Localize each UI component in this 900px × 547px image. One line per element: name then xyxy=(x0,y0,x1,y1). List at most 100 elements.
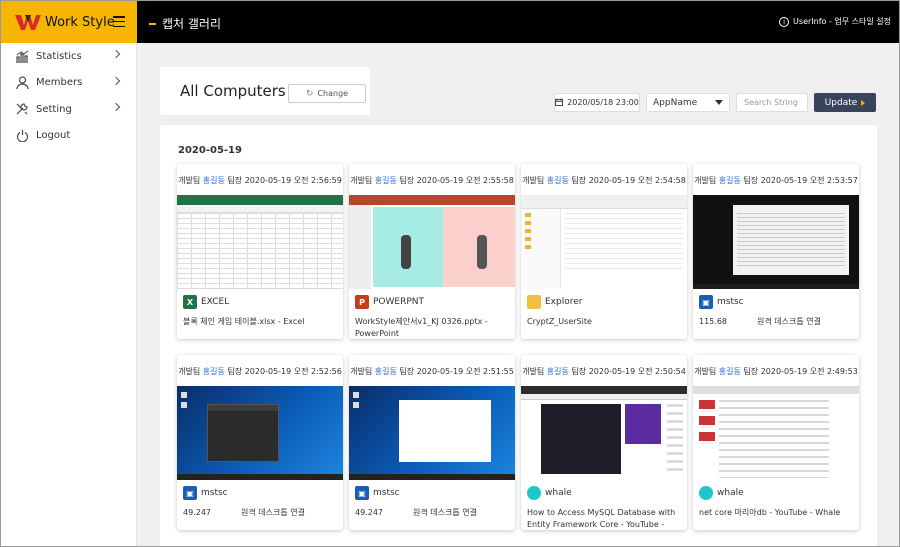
card-window-title: CryptZ_UserSite xyxy=(527,316,683,328)
card-app-name: mstsc xyxy=(717,297,744,307)
card-user-name: 홍길동 xyxy=(202,367,225,376)
update-button[interactable]: Update xyxy=(814,93,876,112)
sidebar-item-label: Setting xyxy=(36,103,72,115)
card-app-row: ▣ mstsc xyxy=(699,295,744,309)
screenshot-thumbnail[interactable] xyxy=(521,195,687,289)
card-app-row: whale xyxy=(699,486,744,500)
sidebar-item-statistics[interactable]: Statistics xyxy=(1,43,136,70)
sidebar-item-members[interactable]: Members xyxy=(1,70,136,97)
sidebar-item-setting[interactable]: Setting xyxy=(1,96,136,123)
card-user-name: 홍길동 xyxy=(202,176,225,185)
screenshot-thumbnail[interactable] xyxy=(693,195,859,289)
card-app-row: whale xyxy=(527,486,572,500)
card-role: 팀장 xyxy=(743,367,759,376)
search-input[interactable]: Search String xyxy=(736,93,808,112)
card-team: 개발팀 xyxy=(178,367,201,376)
card-role: 팀장 xyxy=(571,367,587,376)
capture-card[interactable]: 개발팀 홍길동 팀장 2020-05-19 오전 2:50:54 whale H… xyxy=(521,355,687,530)
sidebar-item-label: Statistics xyxy=(36,50,82,62)
page-title-text: 캡처 갤러리 xyxy=(162,17,222,31)
card-app-row: Explorer xyxy=(527,295,582,309)
capture-card[interactable]: 개발팀 홍길동 팀장 2020-05-19 오전 2:56:59 X EXCEL… xyxy=(177,164,343,339)
app-select-value: AppName xyxy=(653,97,698,108)
remote-desktop-icon: ▣ xyxy=(699,295,713,309)
card-user-name: 홍길동 xyxy=(546,367,569,376)
top-bar: Work Style 캡처 갤러리 i UserInfo - 업무 스타일 설정 xyxy=(1,1,899,43)
card-app-name: mstsc xyxy=(201,488,228,498)
capture-card[interactable]: 개발팀 홍길동 팀장 2020-05-19 오전 2:52:56 ▣ mstsc… xyxy=(177,355,343,530)
card-header: 개발팀 홍길동 팀장 2020-05-19 오전 2:53:57 xyxy=(693,175,859,186)
card-subtitle: WorkStyle제안서v1_KJ 0326.pptx - PowerPoint xyxy=(355,317,488,338)
card-window-title: 49.247 원격 데스크톱 연결 xyxy=(355,507,511,519)
gallery-date-heading: 2020-05-19 xyxy=(178,145,242,156)
card-window-title: WorkStyle제안서v1_KJ 0326.pptx - PowerPoint xyxy=(355,316,511,339)
card-app-name: EXCEL xyxy=(201,297,230,307)
card-subtitle: How to Access MySQL Database with Entity… xyxy=(527,508,676,529)
hamburger-menu-icon[interactable] xyxy=(113,16,125,27)
capture-card[interactable]: 개발팀 홍길동 팀장 2020-05-19 오전 2:51:55 ▣ mstsc… xyxy=(349,355,515,530)
card-user-name: 홍길동 xyxy=(718,367,741,376)
capture-card[interactable]: 개발팀 홍길동 팀장 2020-05-19 오전 2:49:53 whale n… xyxy=(693,355,859,530)
app-name-select[interactable]: AppName xyxy=(646,93,730,112)
card-subtitle-app: 원격 데스크톱 연결 xyxy=(413,508,477,517)
change-button[interactable]: ↻ Change xyxy=(288,84,366,103)
card-role: 팀장 xyxy=(227,367,243,376)
screenshot-thumbnail[interactable] xyxy=(177,386,343,480)
screenshot-thumbnail[interactable] xyxy=(693,386,859,480)
card-header: 개발팀 홍길동 팀장 2020-05-19 오전 2:49:53 xyxy=(693,366,859,377)
date-picker[interactable]: 2020/05/18 23:00 xyxy=(554,93,640,112)
card-app-name: mstsc xyxy=(373,488,400,498)
remote-desktop-icon: ▣ xyxy=(183,486,197,500)
sidebar-item-label: Members xyxy=(36,77,83,89)
page-title: 캡처 갤러리 xyxy=(149,15,221,32)
card-app-row: P POWERPNT xyxy=(355,295,424,309)
whale-icon xyxy=(527,486,541,500)
card-user-name: 홍길동 xyxy=(374,367,397,376)
whale-icon xyxy=(699,486,713,500)
card-subtitle: 블록 체인 게임 테이블.xlsx - Excel xyxy=(183,317,305,326)
card-subtitle-app: 원격 데스크톱 연결 xyxy=(757,317,821,326)
card-user-name: 홍길동 xyxy=(546,176,569,185)
card-team: 개발팀 xyxy=(522,367,545,376)
screenshot-thumbnail[interactable] xyxy=(177,195,343,289)
card-role: 팀장 xyxy=(571,176,587,185)
screenshot-thumbnail[interactable] xyxy=(349,195,515,289)
update-button-label: Update xyxy=(824,97,858,108)
capture-card[interactable]: 개발팀 홍길동 팀장 2020-05-19 오전 2:55:58 P POWER… xyxy=(349,164,515,339)
sidebar: Statistics Members Setting Logout xyxy=(1,43,137,546)
card-role: 팀장 xyxy=(399,367,415,376)
card-timestamp: 2020-05-19 오전 2:51:55 xyxy=(416,367,514,376)
card-header: 개발팀 홍길동 팀장 2020-05-19 오전 2:52:56 xyxy=(177,366,343,377)
capture-gallery: 2020-05-19 개발팀 홍길동 팀장 2020-05-19 오전 2:56… xyxy=(160,125,877,546)
card-role: 팀장 xyxy=(743,176,759,185)
card-app-row: X EXCEL xyxy=(183,295,229,309)
members-icon xyxy=(15,76,29,90)
chevron-right-icon xyxy=(111,102,121,112)
capture-card[interactable]: 개발팀 홍길동 팀장 2020-05-19 오전 2:53:57 ▣ mstsc… xyxy=(693,164,859,339)
card-timestamp: 2020-05-19 오전 2:50:54 xyxy=(588,367,686,376)
card-header: 개발팀 홍길동 팀장 2020-05-19 오전 2:55:58 xyxy=(349,175,515,186)
userinfo-link[interactable]: i UserInfo - 업무 스타일 설정 xyxy=(779,16,891,27)
capture-card[interactable]: 개발팀 홍길동 팀장 2020-05-19 오전 2:54:58 Explore… xyxy=(521,164,687,339)
card-team: 개발팀 xyxy=(350,367,373,376)
main-content: All Computers ↻ Change 2020/05/18 23:00 … xyxy=(138,43,899,546)
chevron-right-icon xyxy=(111,76,121,85)
card-timestamp: 2020-05-19 오전 2:56:59 xyxy=(244,176,342,185)
card-subtitle: 49.247 xyxy=(183,508,211,517)
card-header: 개발팀 홍길동 팀장 2020-05-19 오전 2:56:59 xyxy=(177,175,343,186)
brand[interactable]: Work Style xyxy=(1,1,137,43)
play-arrow-icon xyxy=(861,99,866,106)
sidebar-item-logout[interactable]: Logout xyxy=(1,123,136,150)
card-app-row: ▣ mstsc xyxy=(355,486,400,500)
screenshot-thumbnail[interactable] xyxy=(349,386,515,480)
dropdown-caret-icon xyxy=(715,100,723,105)
screenshot-thumbnail[interactable] xyxy=(521,386,687,480)
card-user-name: 홍길동 xyxy=(718,176,741,185)
card-app-name: POWERPNT xyxy=(373,297,425,307)
card-subtitle: 49.247 xyxy=(355,508,383,517)
card-team: 개발팀 xyxy=(178,176,201,185)
card-role: 팀장 xyxy=(227,176,243,185)
card-timestamp: 2020-05-19 오전 2:52:56 xyxy=(244,367,342,376)
powerpoint-icon: P xyxy=(355,295,369,309)
change-button-label: Change xyxy=(317,89,349,98)
